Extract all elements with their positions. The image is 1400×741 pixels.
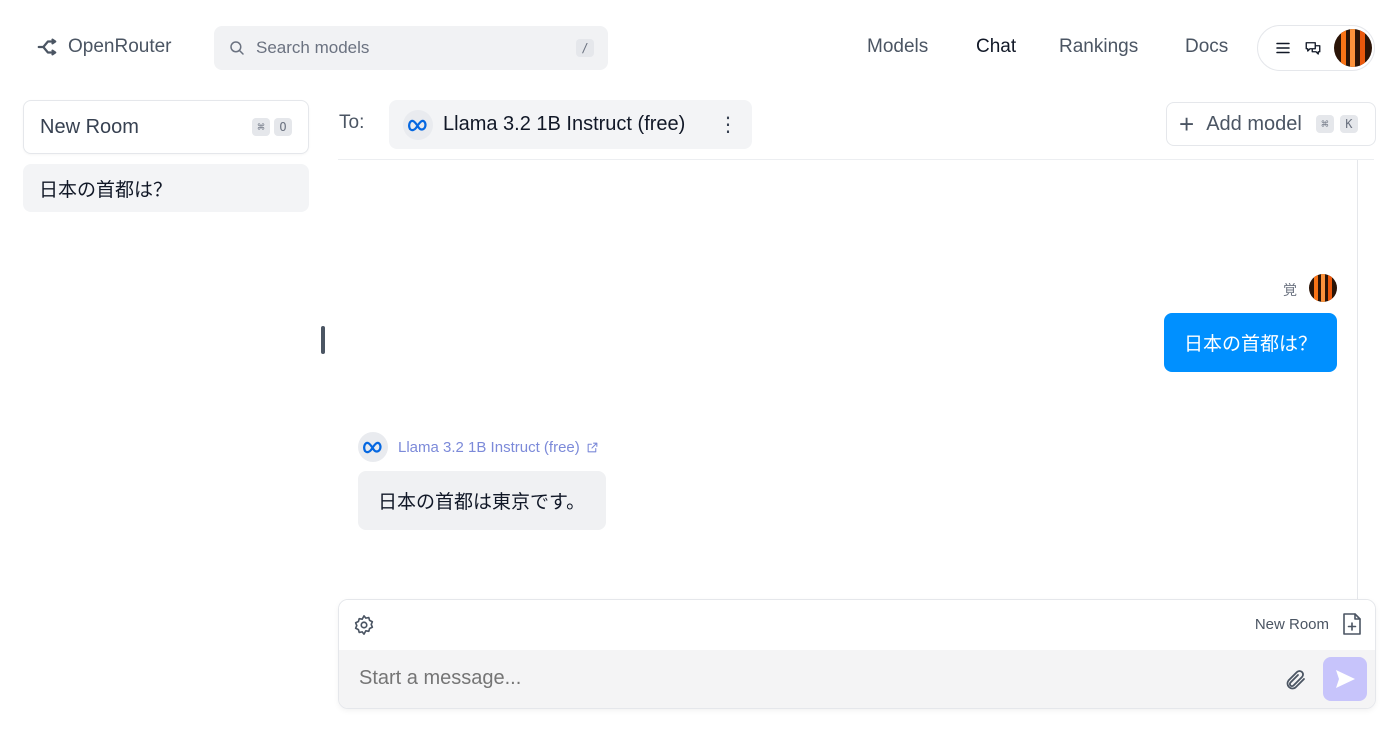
search-icon — [230, 41, 244, 55]
plus-icon: + — [1179, 109, 1195, 139]
add-model-shortcut-mod: ⌘ — [1315, 115, 1334, 133]
search-placeholder: Search models — [256, 38, 370, 57]
nav-chat[interactable]: Chat — [976, 36, 1016, 58]
new-room-shortcut-mod: ⌘ — [252, 118, 270, 136]
add-model-label: Add model — [1206, 112, 1302, 135]
user-avatar[interactable] — [1334, 29, 1372, 67]
top-header: OpenRouter Search models / Models Chat R… — [0, 0, 1400, 96]
meta-logo-icon — [403, 109, 433, 140]
send-icon — [1336, 670, 1355, 688]
nav-models[interactable]: Models — [867, 36, 928, 58]
send-button[interactable] — [1323, 657, 1367, 701]
model-name: Llama 3.2 1B Instruct (free) — [443, 113, 686, 135]
composer-input-area — [339, 650, 1375, 708]
user-message-author: 覚 — [1283, 282, 1297, 298]
to-label: To: — [339, 112, 365, 133]
nav-docs[interactable]: Docs — [1185, 36, 1228, 58]
gear-icon[interactable] — [353, 614, 375, 636]
nav-rankings[interactable]: Rankings — [1059, 36, 1138, 58]
model-options-icon[interactable]: ⋮ — [718, 112, 738, 137]
selected-model-chip[interactable]: Llama 3.2 1B Instruct (free) ⋮ — [389, 100, 752, 149]
hamburger-menu-icon — [1276, 42, 1290, 54]
assistant-message-bubble: 日本の首都は東京です。 — [358, 471, 606, 530]
logo-text: OpenRouter — [68, 36, 172, 57]
add-model-button[interactable]: + Add model ⌘ K — [1166, 102, 1376, 146]
new-room-label: New Room — [40, 115, 139, 138]
message-composer: New Room — [338, 599, 1376, 709]
assistant-model-name: Llama 3.2 1B Instruct (free) — [398, 438, 580, 456]
composer-toolbar: New Room — [339, 600, 1375, 650]
paperclip-icon[interactable] — [1284, 667, 1308, 693]
sidebar-resize-handle[interactable] — [321, 326, 325, 354]
chat-header-divider — [338, 159, 1374, 160]
new-room-button[interactable]: New Room ⌘ O — [23, 100, 309, 154]
meta-logo-icon — [358, 432, 388, 462]
search-models-input[interactable]: Search models / — [214, 26, 608, 70]
search-shortcut-badge: / — [576, 39, 594, 57]
new-file-icon[interactable] — [1341, 612, 1363, 636]
add-model-shortcut-key: K — [1339, 115, 1358, 133]
openrouter-logo-icon — [37, 38, 57, 56]
user-message-bubble: 日本の首都は？ — [1164, 313, 1337, 372]
message-input[interactable] — [359, 667, 1239, 690]
user-message-avatar — [1309, 274, 1337, 302]
external-link-icon — [587, 442, 598, 452]
chat-bubbles-icon — [1305, 42, 1321, 55]
new-room-shortcut-key: O — [274, 118, 292, 136]
openrouter-logo[interactable]: OpenRouter — [36, 36, 172, 58]
room-list-item[interactable]: 日本の首都は？ — [23, 164, 309, 212]
composer-new-room-link[interactable]: New Room — [1255, 616, 1329, 633]
assistant-message-header: Llama 3.2 1B Instruct (free) — [358, 432, 599, 462]
assistant-model-link[interactable]: Llama 3.2 1B Instruct (free) — [398, 439, 599, 456]
account-menu-button[interactable] — [1257, 25, 1375, 71]
chat-scrollbar[interactable] — [1357, 160, 1358, 600]
